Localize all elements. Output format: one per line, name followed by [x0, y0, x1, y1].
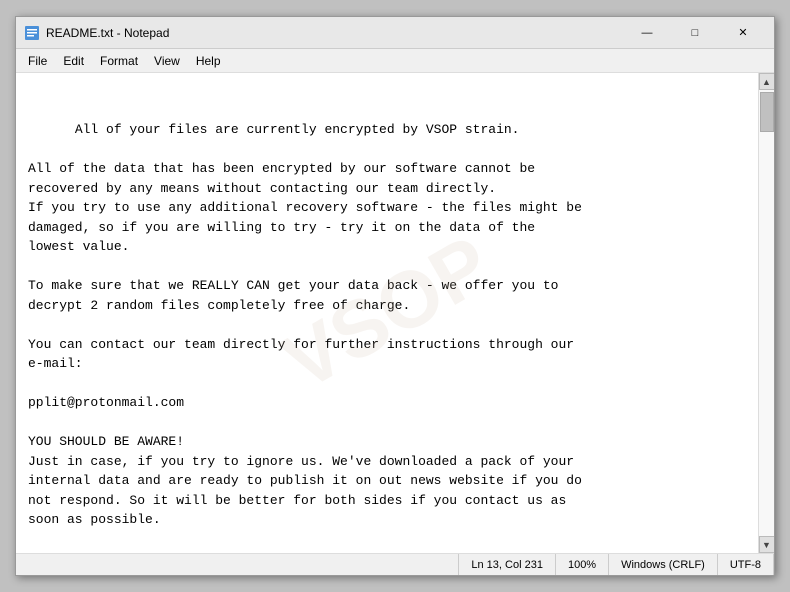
menu-edit[interactable]: Edit [55, 52, 92, 70]
scroll-down-arrow[interactable]: ▼ [759, 536, 775, 553]
notepad-window: README.txt - Notepad — □ ✕ File Edit For… [15, 16, 775, 576]
content-area: VSOP All of your files are currently enc… [16, 73, 774, 553]
maximize-button[interactable]: □ [672, 18, 718, 48]
scroll-up-arrow[interactable]: ▲ [759, 73, 775, 90]
watermark: VSOP [261, 205, 514, 420]
window-title: README.txt - Notepad [46, 26, 624, 40]
editor-text: All of your files are currently encrypte… [28, 122, 582, 527]
status-position: Ln 13, Col 231 [459, 554, 556, 575]
status-spacer [16, 554, 459, 575]
status-zoom: 100% [556, 554, 609, 575]
text-editor[interactable]: VSOP All of your files are currently enc… [16, 73, 758, 553]
menu-help[interactable]: Help [188, 52, 229, 70]
menu-bar: File Edit Format View Help [16, 49, 774, 73]
status-bar: Ln 13, Col 231 100% Windows (CRLF) UTF-8 [16, 553, 774, 575]
minimize-button[interactable]: — [624, 18, 670, 48]
app-icon [24, 25, 40, 41]
scroll-thumb[interactable] [760, 92, 774, 132]
window-controls: — □ ✕ [624, 18, 766, 48]
menu-file[interactable]: File [20, 52, 55, 70]
menu-format[interactable]: Format [92, 52, 146, 70]
vertical-scrollbar[interactable]: ▲ ▼ [758, 73, 774, 553]
menu-view[interactable]: View [146, 52, 188, 70]
scroll-track[interactable] [759, 90, 774, 536]
status-line-ending: Windows (CRLF) [609, 554, 718, 575]
status-encoding: UTF-8 [718, 554, 774, 575]
close-button[interactable]: ✕ [720, 18, 766, 48]
title-bar: README.txt - Notepad — □ ✕ [16, 17, 774, 49]
